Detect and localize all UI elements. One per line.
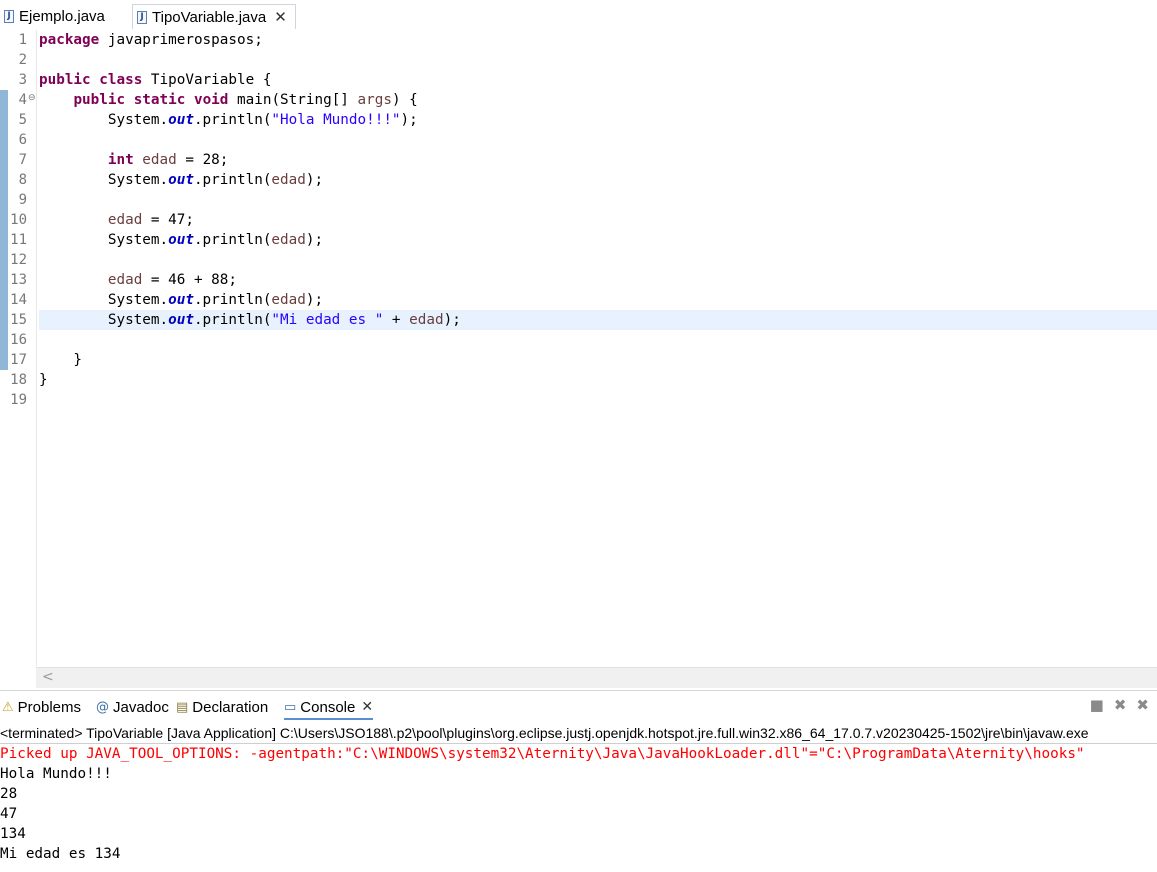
code-line[interactable]: edad = 47;: [39, 210, 1157, 230]
line-number: 4: [18, 92, 27, 108]
code-editor[interactable]: 1 2 3 4 ⊖ 5 6 7 8 9 10 11 12 13 14 15 16…: [0, 30, 1157, 688]
line-number: 19: [10, 392, 27, 408]
remove-launch-icon[interactable]: ✖: [1114, 696, 1127, 714]
tab-problems[interactable]: ⚠ Problems: [2, 696, 81, 718]
console-panel: ⚠ Problems @ Javadoc ▤ Declaration ▭ Con…: [0, 690, 1157, 872]
console-line: Mi edad es 134: [0, 846, 121, 862]
line-number: 3: [18, 72, 27, 88]
line-number: 18: [10, 372, 27, 388]
line-number: 5: [18, 112, 27, 128]
line-number: 12: [10, 252, 27, 268]
console-process-label: <terminated> TipoVariable [Java Applicat…: [0, 723, 1157, 744]
code-line[interactable]: public class TipoVariable {: [39, 70, 1157, 90]
console-output[interactable]: Picked up JAVA_TOOL_OPTIONS: -agentpath:…: [0, 744, 1085, 864]
console-toolbar: ■ ✖ ✖: [1090, 696, 1149, 714]
console-line: 47: [0, 806, 18, 822]
code-line[interactable]: int edad = 28;: [39, 150, 1157, 170]
java-file-icon: J: [4, 9, 14, 23]
console-line: 28: [0, 786, 18, 802]
line-number: 14: [10, 292, 27, 308]
tab-tipovariable-java[interactable]: J TipoVariable.java ✕: [132, 4, 296, 29]
close-icon[interactable]: ✕: [274, 8, 287, 26]
javadoc-icon: @: [96, 699, 109, 715]
code-line[interactable]: }: [39, 370, 1157, 390]
line-number: 16: [10, 332, 27, 348]
code-line[interactable]: edad = 46 + 88;: [39, 270, 1157, 290]
scroll-left-icon[interactable]: <: [42, 669, 54, 685]
code-line[interactable]: System.out.println(edad);: [39, 290, 1157, 310]
line-number: 6: [18, 132, 27, 148]
line-number: 9: [18, 192, 27, 208]
code-line-current[interactable]: System.out.println("Mi edad es " + edad)…: [39, 310, 1157, 330]
line-number: 7: [18, 152, 27, 168]
line-number: 10: [10, 212, 27, 228]
remove-all-terminated-icon[interactable]: ✖: [1136, 696, 1149, 714]
line-number: 13: [10, 272, 27, 288]
line-number: 15: [10, 312, 27, 328]
terminate-icon[interactable]: ■: [1090, 696, 1104, 714]
tab-label: TipoVariable.java: [152, 8, 267, 26]
tab-declaration[interactable]: ▤ Declaration: [176, 696, 268, 718]
console-icon: ▭: [284, 699, 297, 715]
tab-label: Ejemplo.java: [19, 7, 105, 25]
problems-icon: ⚠: [2, 699, 14, 715]
console-line: Hola Mundo!!!: [0, 766, 112, 782]
tab-ejemplo-java[interactable]: J Ejemplo.java: [4, 4, 105, 28]
panel-tab-bar: ⚠ Problems @ Javadoc ▤ Declaration ▭ Con…: [0, 691, 1157, 721]
close-icon[interactable]: ✕: [361, 699, 373, 715]
code-line[interactable]: }: [39, 350, 1157, 370]
line-number: 11: [10, 232, 27, 248]
tab-console[interactable]: ▭ Console ✕: [284, 696, 374, 720]
line-number: 8: [18, 172, 27, 188]
java-file-icon: J: [137, 10, 147, 24]
code-line[interactable]: System.out.println(edad);: [39, 170, 1157, 190]
editor-tab-bar: J Ejemplo.java J TipoVariable.java ✕: [0, 0, 1157, 30]
line-number: 17: [10, 352, 27, 368]
code-line[interactable]: System.out.println(edad);: [39, 230, 1157, 250]
line-number: 1: [18, 32, 27, 48]
console-line-stderr: Picked up JAVA_TOOL_OPTIONS: -agentpath:…: [0, 746, 1085, 762]
line-number: 2: [18, 52, 27, 68]
declaration-icon: ▤: [176, 699, 189, 715]
code-line[interactable]: public static void main(String[] args) {: [39, 90, 1157, 110]
code-line[interactable]: package javaprimerospasos;: [39, 30, 1157, 50]
console-line: 134: [0, 826, 26, 842]
code-line[interactable]: System.out.println("Hola Mundo!!!");: [39, 110, 1157, 130]
fold-collapse-icon[interactable]: ⊖: [28, 93, 36, 103]
horizontal-scrollbar[interactable]: <: [36, 667, 1157, 688]
line-number-gutter: 1 2 3 4 ⊖ 5 6 7 8 9 10 11 12 13 14 15 16…: [0, 30, 37, 666]
tab-javadoc[interactable]: @ Javadoc: [96, 696, 169, 718]
